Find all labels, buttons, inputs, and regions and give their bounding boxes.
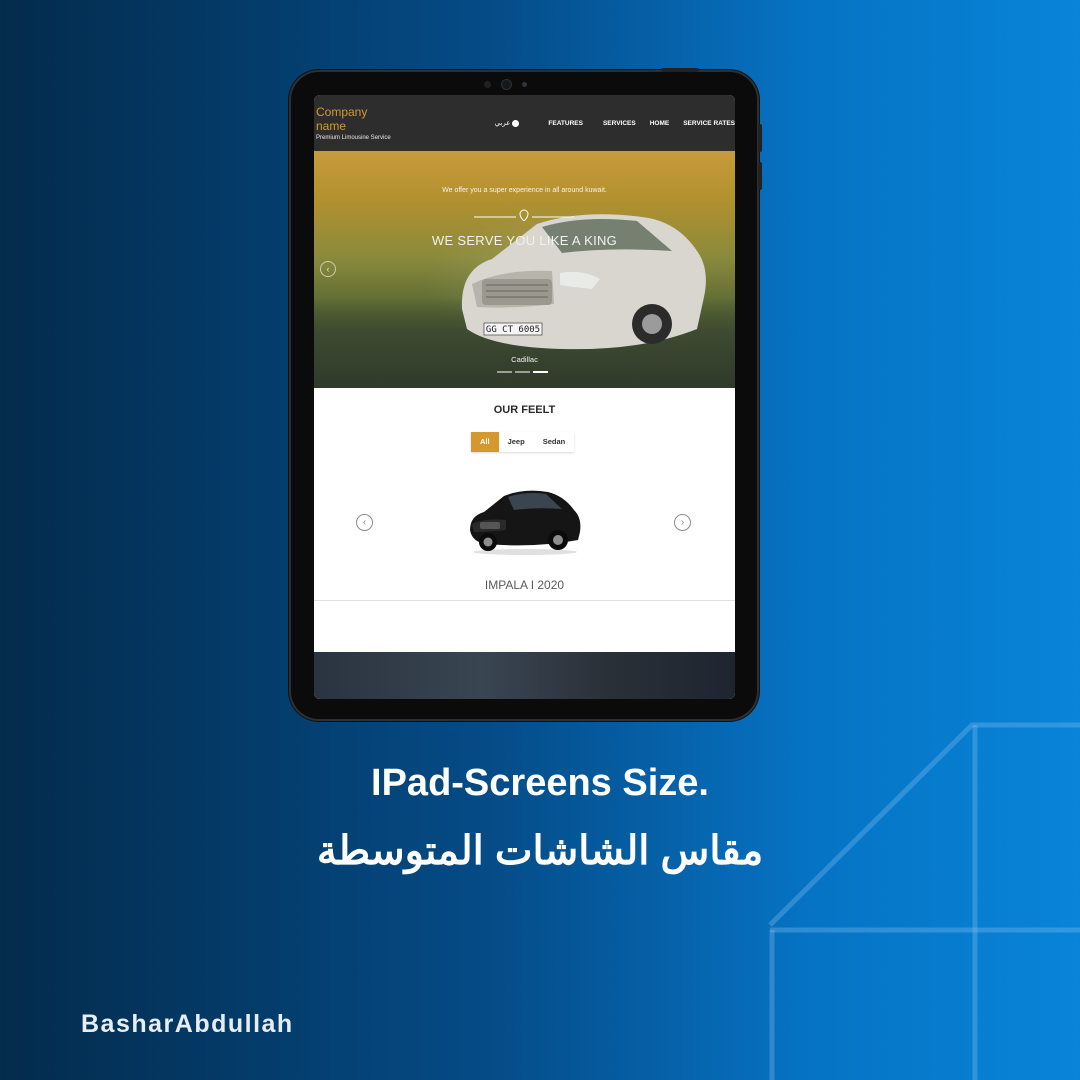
license-plate: GG CT 6005 <box>486 325 540 335</box>
fleet-next-button[interactable]: › <box>674 514 691 531</box>
tablet-screen: Company name Premium Limousine Service ع… <box>314 95 735 699</box>
fleet-filters: All Jeep Sedan <box>471 432 575 452</box>
tablet-volume-up-button <box>758 124 762 152</box>
language-label: عربي <box>494 120 511 127</box>
nav-item-services[interactable]: SERVICES <box>596 120 643 127</box>
hero-subtitle: We offer you a super experience in all a… <box>442 187 607 194</box>
author-signature: BasharAbdullah <box>81 1010 294 1038</box>
slider-dot-active[interactable] <box>533 371 548 373</box>
fleet-car-image <box>470 490 581 555</box>
site-header: Company name Premium Limousine Service ع… <box>314 95 735 151</box>
brand[interactable]: Company name Premium Limousine Service <box>316 105 391 141</box>
main-nav: عربي FEATURES SERVICES HOME SERVICE RATE… <box>495 119 735 127</box>
filter-sedan[interactable]: Sedan <box>533 432 575 452</box>
tablet-camera <box>501 79 512 90</box>
tablet-light-sensor <box>522 82 527 87</box>
hero-slider: GG CT 6005 We offer you a super experien… <box>314 151 735 388</box>
fleet-section: OUR FEELT All Jeep Sedan ‹ › IMPALA I 20… <box>314 388 735 601</box>
nav-item-home[interactable]: HOME <box>643 120 677 127</box>
fleet-prev-button[interactable]: ‹ <box>356 514 373 531</box>
slider-dot[interactable] <box>497 371 512 373</box>
next-section-image <box>314 652 735 699</box>
nav-item-service-rates[interactable]: SERVICE RATES <box>676 120 735 127</box>
poster-headline: IPad-Screens Size. <box>371 762 709 804</box>
tablet-volume-down-button <box>758 162 762 190</box>
tablet-frame: Company name Premium Limousine Service ع… <box>289 68 762 721</box>
globe-icon <box>512 119 520 127</box>
brand-tagline: Premium Limousine Service <box>316 135 391 141</box>
filter-all[interactable]: All <box>471 432 499 452</box>
tablet-power-button <box>661 68 699 72</box>
brand-name: Company name <box>316 105 368 133</box>
poster-headline-arabic: مقاس الشاشات المتوسطة <box>316 829 764 873</box>
slider-dot[interactable] <box>515 371 530 373</box>
fleet-title: OUR FEELT <box>493 404 556 416</box>
hero-prev-button[interactable]: ‹ <box>320 261 336 277</box>
fleet-car-caption: IMPALA I 2020 <box>484 578 565 592</box>
language-switch[interactable]: عربي <box>495 119 520 127</box>
hero-caption: Cadillac <box>511 355 538 364</box>
hero-title: WE SERVE YOU LIKE A KING <box>431 233 618 248</box>
nav-item-features[interactable]: FEATURES <box>541 120 590 127</box>
filter-jeep[interactable]: Jeep <box>498 432 534 452</box>
location-pin-divider <box>474 209 574 221</box>
section-gap <box>314 601 735 652</box>
slider-dots <box>497 371 548 373</box>
tablet-sensor <box>484 81 491 88</box>
